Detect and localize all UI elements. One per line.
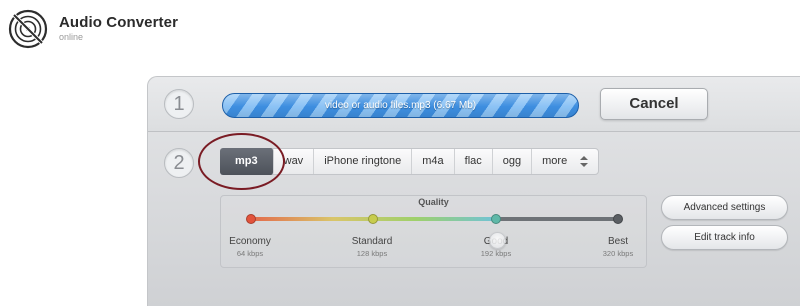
step-2-badge: 2 xyxy=(164,148,194,178)
edit-track-info-button[interactable]: Edit track info xyxy=(661,225,788,250)
tab-mp3[interactable]: mp3 xyxy=(220,148,274,175)
level-rate: 320 kbps xyxy=(602,249,634,258)
cancel-button[interactable]: Cancel xyxy=(600,88,708,120)
converter-panel: 1 video or audio files.mp3 (6.67 Mb) Can… xyxy=(147,76,800,306)
more-label: more xyxy=(542,155,568,167)
good-dot[interactable] xyxy=(491,214,501,224)
level-name: Standard xyxy=(351,236,393,247)
standard-dot[interactable] xyxy=(368,214,378,224)
best-dot[interactable] xyxy=(613,214,623,224)
upload-progress-bar: video or audio files.mp3 (6.67 Mb) xyxy=(222,93,579,118)
file-name-label: video or audio files.mp3 (6.67 Mb) xyxy=(324,100,477,111)
level-best: Best 320 kbps xyxy=(583,236,653,258)
economy-dot[interactable] xyxy=(246,214,256,224)
tab-iphone-ringtone[interactable]: iPhone ringtone xyxy=(314,149,413,174)
quality-slider-track-inactive[interactable] xyxy=(497,217,619,221)
tab-wav[interactable]: wav xyxy=(274,149,315,174)
brand[interactable]: Audio Converter online xyxy=(59,14,178,42)
level-rate: 128 kbps xyxy=(356,249,388,258)
advanced-settings-button[interactable]: Advanced settings xyxy=(661,195,788,220)
tab-flac[interactable]: flac xyxy=(455,149,493,174)
level-standard: Standard 128 kbps xyxy=(337,236,407,258)
upload-row: 1 video or audio files.mp3 (6.67 Mb) Can… xyxy=(148,77,800,132)
level-rate: 64 kbps xyxy=(236,249,264,258)
format-tabs: mp3 wav iPhone ringtone m4a flac ogg mor… xyxy=(220,148,600,175)
more-formats-dropdown[interactable]: more xyxy=(532,149,598,174)
header: Audio Converter online xyxy=(0,0,800,60)
quality-slider-handle[interactable] xyxy=(489,232,506,249)
level-name: Best xyxy=(607,236,628,247)
step-1-badge: 1 xyxy=(164,89,194,119)
tab-ogg[interactable]: ogg xyxy=(493,149,533,174)
quality-box: Quality Economy 64 kbps Standard 128 kbp… xyxy=(220,195,647,268)
vinyl-disc-icon xyxy=(8,9,48,49)
tab-m4a[interactable]: m4a xyxy=(412,149,455,174)
sort-arrows-icon xyxy=(580,156,589,167)
level-economy: Economy 64 kbps xyxy=(215,236,285,258)
app-subtitle: online xyxy=(59,32,84,42)
quality-title: Quality xyxy=(418,197,449,207)
level-name: Economy xyxy=(229,236,271,247)
app-title: Audio Converter xyxy=(59,14,179,31)
level-rate: 192 kbps xyxy=(480,249,512,258)
